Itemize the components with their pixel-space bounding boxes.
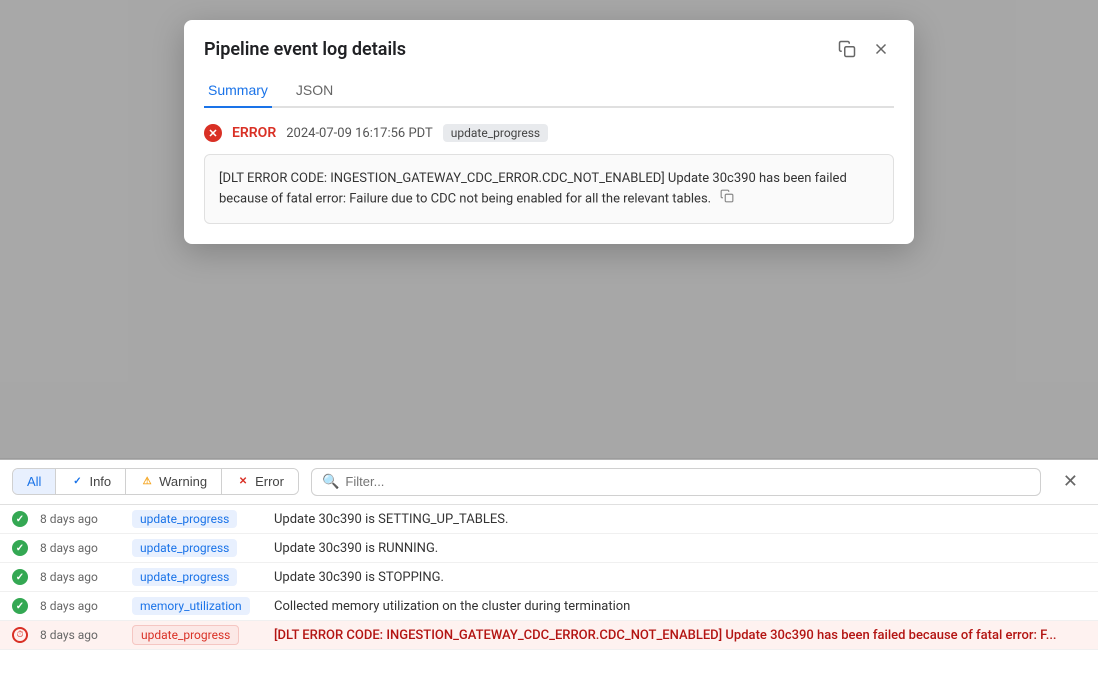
copy-small-icon: [720, 189, 734, 203]
modal-tabs: Summary JSON: [204, 74, 894, 108]
tab-summary[interactable]: Summary: [204, 74, 272, 108]
error-circle-icon: ✕: [204, 124, 222, 142]
filter-all-button[interactable]: All: [13, 469, 56, 494]
log-message: Update 30c390 is RUNNING.: [274, 541, 1086, 556]
log-table: ✓ 8 days ago update_progress Update 30c3…: [0, 505, 1098, 650]
log-row[interactable]: ✓ 8 days ago memory_utilization Collecte…: [0, 592, 1098, 621]
copy-message-button[interactable]: [720, 189, 734, 210]
search-icon: 🔍: [322, 474, 339, 490]
bottom-log-panel: All ✓ Info ⚠ Warning ✕ Error 🔍 ✕ ✓ 8 day…: [0, 458, 1098, 678]
log-message: Collected memory utilization on the clus…: [274, 599, 1086, 614]
log-row-error[interactable]: ⏱ 8 days ago update_progress [DLT ERROR …: [0, 621, 1098, 650]
warning-icon: ⚠: [140, 475, 154, 489]
log-time: 8 days ago: [40, 599, 120, 613]
success-icon: ✓: [12, 540, 28, 556]
log-type: update_progress: [132, 512, 262, 527]
log-row[interactable]: ✓ 8 days ago update_progress Update 30c3…: [0, 534, 1098, 563]
log-type: update_progress: [132, 628, 262, 643]
error-label: Error: [255, 474, 284, 489]
success-icon: ✓: [12, 569, 28, 585]
error-message-box: [DLT ERROR CODE: INGESTION_GATEWAY_CDC_E…: [204, 154, 894, 224]
log-type: update_progress: [132, 541, 262, 556]
log-message: Update 30c390 is STOPPING.: [274, 570, 1086, 585]
event-header: ✕ ERROR 2024-07-09 16:17:56 PDT update_p…: [204, 124, 894, 142]
filter-error-button[interactable]: ✕ Error: [222, 469, 298, 494]
close-panel-button[interactable]: ✕: [1055, 467, 1086, 496]
error-clock-icon: ⏱: [12, 627, 28, 643]
modal-body: ✕ ERROR 2024-07-09 16:17:56 PDT update_p…: [184, 108, 914, 244]
search-box: 🔍: [311, 468, 1041, 496]
log-row[interactable]: ✓ 8 days ago update_progress Update 30c3…: [0, 563, 1098, 592]
copy-icon: [838, 40, 856, 58]
modal-header: Pipeline event log details: [184, 20, 914, 62]
log-type: memory_utilization: [132, 599, 262, 614]
filter-bar: All ✓ Info ⚠ Warning ✕ Error 🔍 ✕: [0, 459, 1098, 505]
error-message-text: [DLT ERROR CODE: INGESTION_GATEWAY_CDC_E…: [219, 171, 847, 206]
copy-modal-button[interactable]: [834, 36, 860, 62]
event-level: ERROR: [232, 125, 276, 141]
success-icon: ✓: [12, 511, 28, 527]
event-type-chip: update_progress: [443, 124, 548, 142]
log-message: Update 30c390 is SETTING_UP_TABLES.: [274, 512, 1086, 527]
log-message-error: [DLT ERROR CODE: INGESTION_GATEWAY_CDC_E…: [274, 628, 1086, 643]
search-input[interactable]: [345, 474, 1030, 489]
modal-title: Pipeline event log details: [204, 39, 406, 60]
log-type: update_progress: [132, 570, 262, 585]
tab-json[interactable]: JSON: [292, 74, 337, 108]
filter-warning-button[interactable]: ⚠ Warning: [126, 469, 222, 494]
modal-close-button[interactable]: [868, 36, 894, 62]
close-icon: [872, 40, 890, 58]
info-icon: ✓: [70, 475, 84, 489]
filter-button-group: All ✓ Info ⚠ Warning ✕ Error: [12, 468, 299, 495]
log-row[interactable]: ✓ 8 days ago update_progress Update 30c3…: [0, 505, 1098, 534]
success-icon: ✓: [12, 598, 28, 614]
event-timestamp: 2024-07-09 16:17:56 PDT: [286, 126, 433, 141]
filter-info-button[interactable]: ✓ Info: [56, 469, 126, 494]
log-time: 8 days ago: [40, 628, 120, 642]
error-icon: ✕: [236, 475, 250, 489]
log-time: 8 days ago: [40, 512, 120, 526]
modal-header-actions: [834, 36, 894, 62]
info-label: Info: [89, 474, 111, 489]
log-time: 8 days ago: [40, 570, 120, 584]
warning-label: Warning: [159, 474, 207, 489]
pipeline-event-log-modal: Pipeline event log details Summary JSON …: [184, 20, 914, 244]
log-time: 8 days ago: [40, 541, 120, 555]
